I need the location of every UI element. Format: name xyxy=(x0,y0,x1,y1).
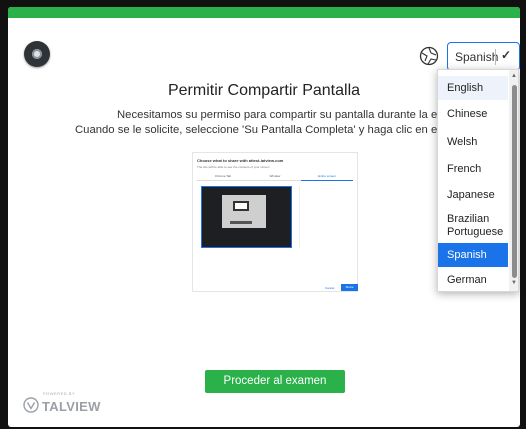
language-option-brazilian-portuguese[interactable]: Brazilian Portuguese xyxy=(438,210,508,242)
language-option-japanese[interactable]: Japanese xyxy=(438,183,508,207)
language-option-french[interactable]: French xyxy=(438,157,508,181)
language-select[interactable]: Spanish ✓ xyxy=(447,42,520,71)
proceed-to-exam-button[interactable]: Proceder al examen xyxy=(205,370,345,393)
language-option-spanish[interactable]: Spanish xyxy=(438,243,508,267)
language-option-german[interactable]: German xyxy=(438,268,508,291)
talview-logo-icon xyxy=(23,397,39,413)
preview-empty-area xyxy=(299,186,355,248)
preview-tab-entire-screen: Entire screen xyxy=(301,173,353,181)
language-select-value: Spanish xyxy=(455,50,499,64)
select-divider xyxy=(495,49,496,65)
instruction-text: Cuando se le solicite, seleccione 'Su Pa… xyxy=(75,124,498,136)
preview-dialog-subtitle: The site will be able to see the content… xyxy=(197,165,270,169)
share-screen-preview-image: Choose what to share with attest-latview… xyxy=(192,152,358,292)
permission-text: Necesitamos su permiso para compartir su… xyxy=(117,109,489,121)
preview-screen-thumbnail xyxy=(201,186,292,248)
preview-tab-chrome: Chrome Tab xyxy=(197,173,249,181)
preview-cancel: Cancel xyxy=(325,286,335,290)
preview-share: Share xyxy=(341,284,358,291)
thumbnail-window xyxy=(222,195,266,228)
scroll-down-arrow-icon[interactable]: ▼ xyxy=(511,280,517,286)
thumbnail-dialog xyxy=(233,201,249,211)
talview-brand: POWERED BY TALVIEW xyxy=(23,391,100,419)
language-globe-icon[interactable] xyxy=(419,46,439,66)
powered-by-label: POWERED BY xyxy=(43,391,76,396)
thumbnail-bar xyxy=(230,221,252,224)
preview-tabs: Chrome Tab Window Entire screen xyxy=(197,173,354,181)
scroll-up-arrow-icon[interactable]: ▲ xyxy=(511,73,517,79)
dropdown-scrollbar-thumb[interactable] xyxy=(512,85,517,278)
top-accent-bar xyxy=(8,7,520,18)
language-option-chinese[interactable]: Chinese xyxy=(438,102,508,126)
preview-tab-window: Window xyxy=(249,173,301,181)
language-option-welsh[interactable]: Welsh xyxy=(438,130,508,154)
chevron-down-icon: ✓ xyxy=(501,48,512,62)
brand-name: TALVIEW xyxy=(42,399,101,414)
language-option-english[interactable]: English xyxy=(438,76,508,100)
language-dropdown-list[interactable]: English Chinese Welsh French Japanese Br… xyxy=(437,69,519,292)
camera-logo-icon xyxy=(24,41,50,67)
preview-dialog-title: Choose what to share with attest-latview… xyxy=(197,158,284,163)
